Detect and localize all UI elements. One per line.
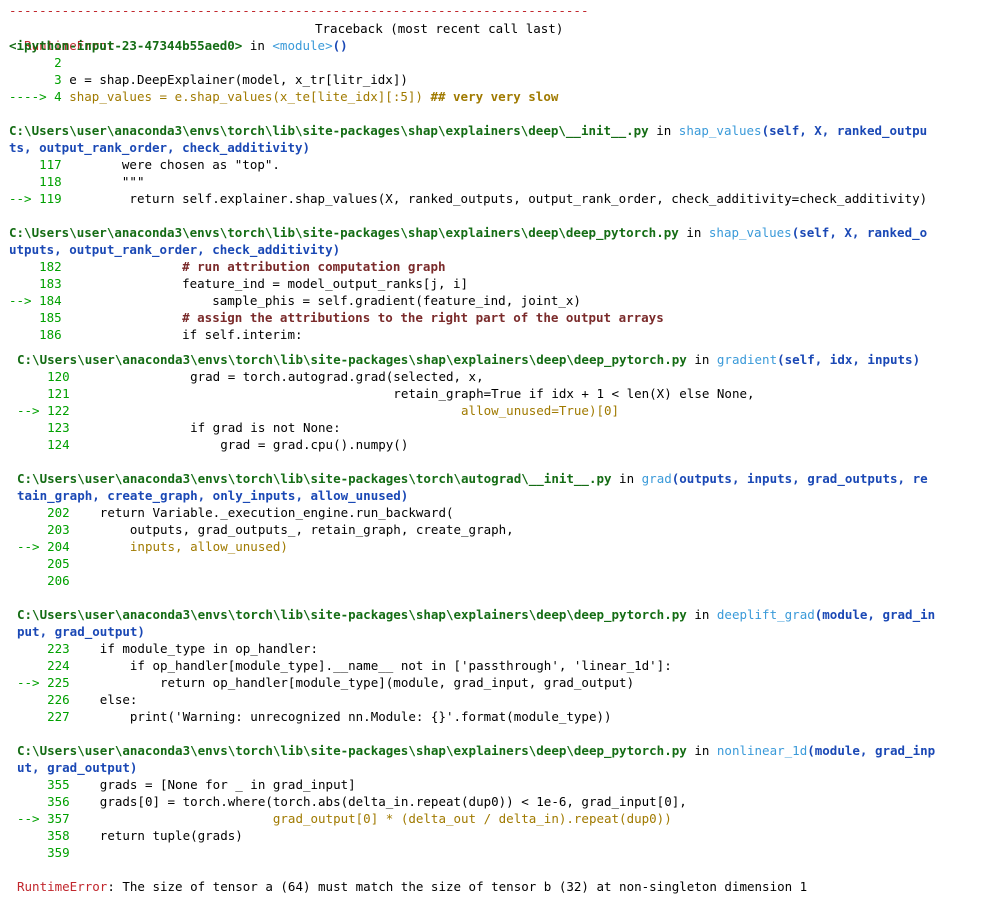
code-line: 118 """ xyxy=(39,174,145,189)
frame-func: shap_values xyxy=(678,123,762,138)
code-line: 355 grads = [None for _ in grad_input] xyxy=(47,777,356,792)
code-line-current: --> 225 return op_handler[module_type](m… xyxy=(17,675,635,690)
code-line: 124 grad = grad.cpu().numpy() xyxy=(47,437,409,452)
traceback-title: Traceback (most recent call last) xyxy=(315,21,564,36)
frame-header: C:\Users\user\anaconda3\envs\torch\lib\s… xyxy=(17,471,928,486)
frame-header: C:\Users\user\anaconda3\envs\torch\lib\s… xyxy=(9,225,928,240)
code-line: 227 print('Warning: unrecognized nn.Modu… xyxy=(47,709,612,724)
code-line: 117 were chosen as "top". xyxy=(39,157,280,172)
frame-signature-cont: tain_graph, create_graph, only_inputs, a… xyxy=(17,488,409,503)
code-line: 202 return Variable._execution_engine.ru… xyxy=(47,505,454,520)
final-error: RuntimeError: The size of tensor a (64) … xyxy=(17,878,807,895)
line-arrow xyxy=(9,55,54,70)
code-line: 123 if grad is not None: xyxy=(47,420,341,435)
code-line: 203 outputs, grad_outputs_, retain_graph… xyxy=(47,522,514,537)
code-line: 186 if self.interim: xyxy=(39,327,303,342)
traceback-separator: ----------------------------------------… xyxy=(9,3,589,18)
line-number: 3 xyxy=(54,72,62,87)
in-word: in xyxy=(242,38,273,53)
line-arrow xyxy=(9,72,54,87)
traceback-header: RuntimeError xyxy=(9,20,114,53)
frame-header: C:\Users\user\anaconda3\envs\torch\lib\s… xyxy=(17,743,936,758)
code-line: 356 grads[0] = torch.where(torch.abs(del… xyxy=(47,794,687,809)
frame-header: C:\Users\user\anaconda3\envs\torch\lib\s… xyxy=(9,123,928,138)
frame-signature-cont: ts, output_rank_order, check_additivity) xyxy=(9,140,311,155)
code-line-current: --> 122 allow_unused=True)[0] xyxy=(17,403,620,418)
code-line: 226 else: xyxy=(47,692,138,707)
code-line: 358 return tuple(grads) xyxy=(47,828,243,843)
line-code: shap_values = e.shap_values(x_te[lite_id… xyxy=(61,89,423,104)
line-number: 2 xyxy=(54,55,62,70)
code-line-current: --> 119 return self.explainer.shap_value… xyxy=(9,191,928,206)
input-location: <ipython-input-23-47344b55aed0> xyxy=(9,38,243,53)
code-line: 359 xyxy=(47,845,70,860)
line-comment: ## very very slow xyxy=(422,89,559,104)
code-line-current: --> 184 sample_phis = self.gradient(feat… xyxy=(9,293,581,308)
code-line: 205 xyxy=(47,556,70,571)
code-line: 120 grad = torch.autograd.grad(selected,… xyxy=(47,369,484,384)
frame-signature: (self, X, ranked_outpu xyxy=(761,123,928,138)
code-line-current: --> 204 inputs, allow_unused) xyxy=(17,539,288,554)
final-error-message: : The size of tensor a (64) must match t… xyxy=(107,879,808,894)
code-line: 3 e = shap.DeepExplainer(model, x_tr[lit… xyxy=(9,71,408,88)
code-line-current: --> 357 grad_output[0] * (delta_out / de… xyxy=(17,811,672,826)
frame-header: C:\Users\user\anaconda3\envs\torch\lib\s… xyxy=(17,607,936,622)
final-error-type: RuntimeError xyxy=(17,879,108,894)
code-line: 223 if module_type in op_handler: xyxy=(47,641,319,656)
input-frame-location: <ipython-input-23-47344b55aed0> in <modu… xyxy=(9,37,348,54)
input-func: <module> xyxy=(272,38,333,53)
code-line: 2 xyxy=(9,54,62,71)
frame-header: C:\Users\user\anaconda3\envs\torch\lib\s… xyxy=(17,352,921,367)
frame-path: C:\Users\user\anaconda3\envs\torch\lib\s… xyxy=(9,123,649,138)
code-line: 185 # assign the attributions to the rig… xyxy=(39,310,664,325)
input-args: () xyxy=(332,38,348,53)
code-line: 224 if op_handler[module_type].__name__ … xyxy=(47,658,672,673)
code-line: 206 xyxy=(47,573,70,588)
frame-signature-cont: ut, grad_output) xyxy=(17,760,138,775)
line-code: e = shap.DeepExplainer(model, x_tr[litr_… xyxy=(61,72,408,87)
code-line: 183 feature_ind = model_output_ranks[j, … xyxy=(39,276,469,291)
frame-signature-cont: utputs, output_rank_order, check_additiv… xyxy=(9,242,341,257)
code-line-current: ----> 4 shap_values = e.shap_values(x_te… xyxy=(9,88,558,105)
frame-signature-cont: put, grad_output) xyxy=(17,624,145,639)
code-line: 121 retain_graph=True if idx + 1 < len(X… xyxy=(47,386,755,401)
line-arrow: ----> xyxy=(9,89,55,104)
line-number: 4 xyxy=(54,89,62,104)
code-line: 182 # run attribution computation graph xyxy=(39,259,446,274)
